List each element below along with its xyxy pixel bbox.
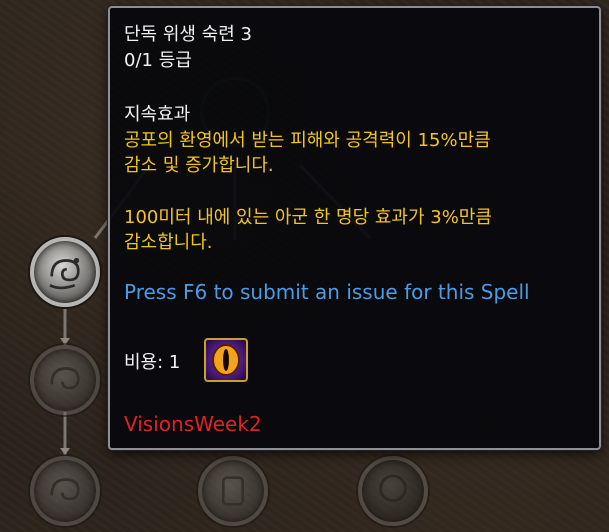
down-arrow-icon: [60, 448, 70, 455]
effect-description-line: 공포의 환영에서 받는 피해와 공격력이 15%만큼: [124, 130, 491, 151]
effect-description-line: 감소 및 증가합니다.: [124, 155, 274, 176]
skull-icon: [379, 474, 407, 503]
talent-node-swirl[interactable]: [30, 456, 100, 526]
swirl-icon: [49, 257, 80, 290]
talent-node-skull[interactable]: [358, 456, 428, 526]
talent-node-rune[interactable]: [198, 456, 268, 526]
rune-icon: [221, 476, 245, 506]
cost-label: 비용: 1: [124, 352, 181, 373]
effect-description-line: 감소합니다.: [124, 232, 213, 253]
report-issue-hint: Press F6 to submit an issue for this Spe…: [124, 280, 530, 304]
eye-icon: [204, 338, 248, 382]
spell-title: 단독 위생 숙련 3: [124, 24, 252, 45]
section-header: 지속효과: [124, 104, 191, 125]
talent-node-swirl-active[interactable]: [30, 237, 100, 307]
down-arrow-icon: [60, 338, 70, 345]
spell-tooltip: 단독 위생 숙련 3 0/1 등급 지속효과 공포의 환영에서 받는 피해와 공…: [108, 6, 601, 450]
swirl-icon: [50, 478, 80, 501]
swirl-icon: [50, 367, 80, 390]
spell-rank: 0/1 등급: [124, 50, 192, 71]
build-tag: VisionsWeek2: [124, 412, 262, 436]
talent-node-swirl[interactable]: [30, 345, 100, 415]
effect-description-line: 100미터 내에 있는 아군 한 명당 효과가 3%만큼: [124, 207, 492, 228]
